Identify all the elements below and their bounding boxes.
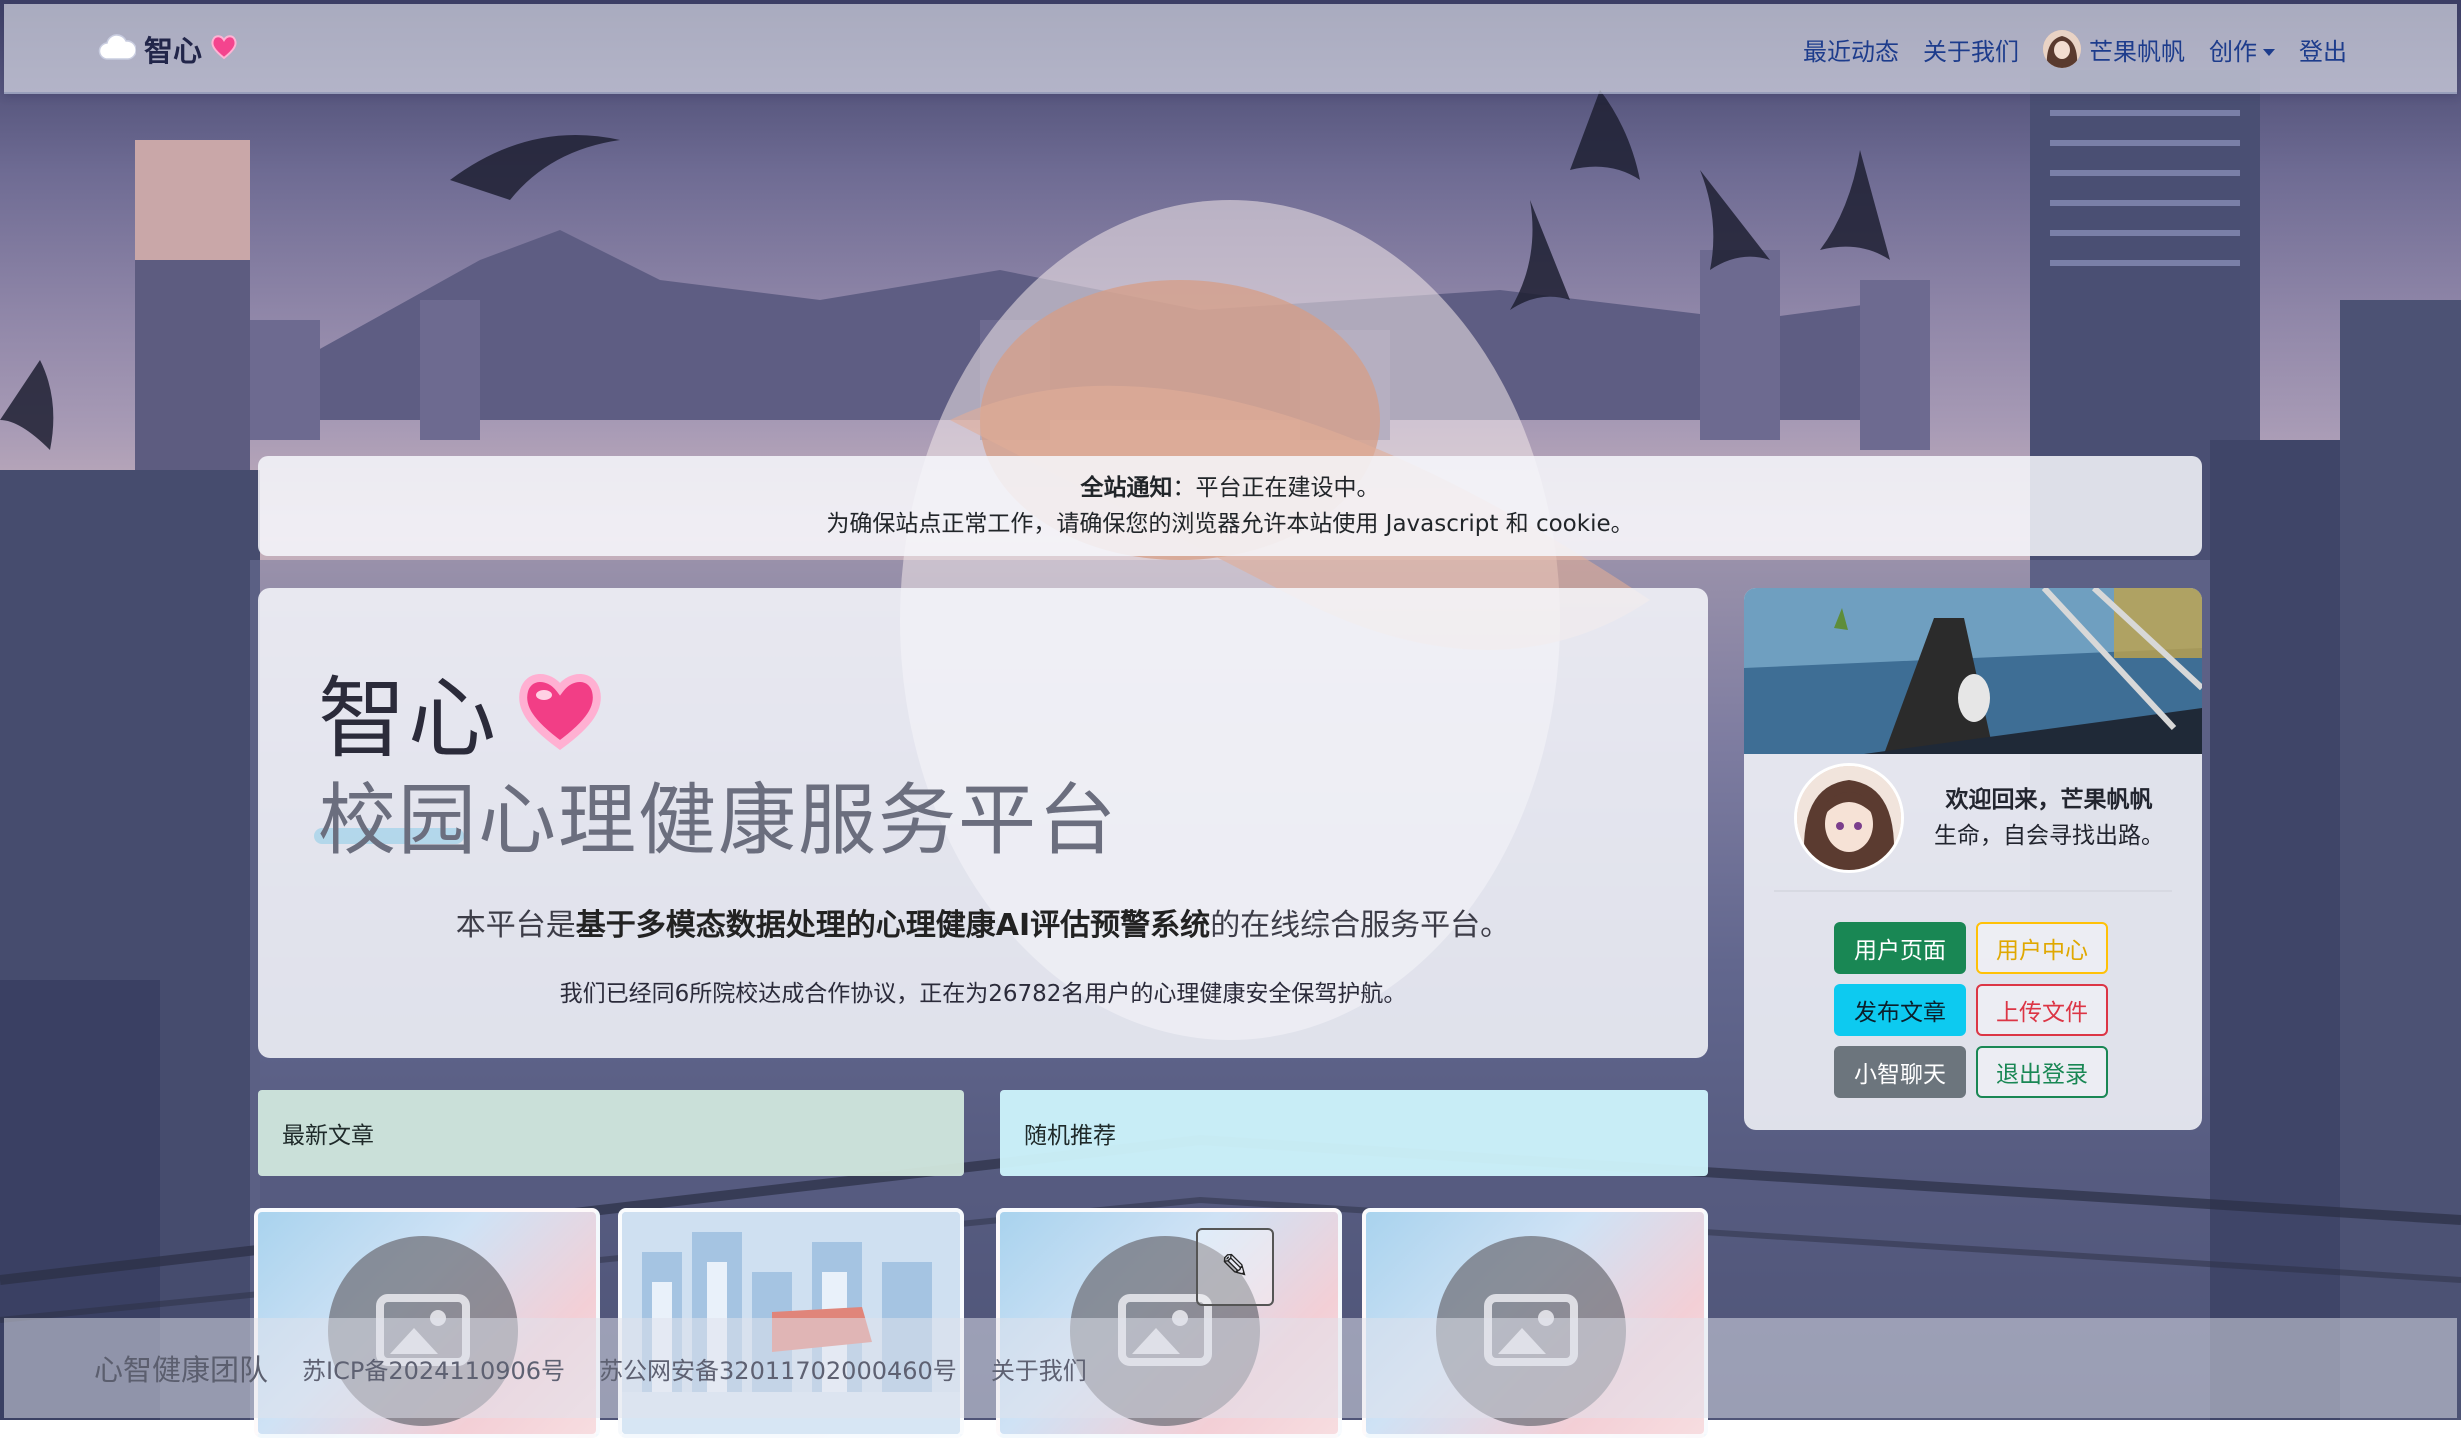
top-navbar: 智心 最近动态 关于我们 芒果帆帆 创作 登出	[4, 4, 2457, 94]
footer: 心智健康团队 苏ICP备2024110906号 苏公网安备32011702000…	[4, 1318, 2457, 1418]
nav-create-dropdown[interactable]: 创作	[2209, 32, 2275, 67]
logout-button[interactable]: 退出登录	[1976, 1046, 2108, 1098]
footer-team: 心智健康团队	[94, 1353, 269, 1387]
divider	[1774, 890, 2172, 892]
random-recommend-header: 随机推荐	[1000, 1090, 1708, 1176]
user-card: 欢迎回来，芒果帆帆 生命，自会寻找出路。 用户页面 用户中心 发布文章 上传文件…	[1744, 588, 2202, 1130]
chat-button[interactable]: 小智聊天	[1834, 1046, 1966, 1098]
cloud-icon	[98, 33, 137, 65]
welcome-text: 欢迎回来，芒果帆帆	[1945, 787, 2153, 813]
desc-pre: 本平台是	[455, 908, 576, 943]
notice-line-2: 为确保站点正常工作，请确保您的浏览器允许本站使用 Javascript 和 co…	[826, 511, 1634, 537]
avatar	[2043, 30, 2081, 68]
nav-recent[interactable]: 最近动态	[1803, 32, 1899, 67]
site-notice: 全站通知：平台正在建设中。 为确保站点正常工作，请确保您的浏览器允许本站使用 J…	[258, 456, 2202, 556]
notice-line-1: 全站通知：平台正在建设中。	[258, 456, 2202, 506]
footer-police[interactable]: 苏公网安备32011702000460号	[599, 1351, 957, 1386]
chevron-down-icon	[2263, 49, 2275, 56]
desc-bold: 基于多模态数据处理的心理健康AI评估预警系统	[575, 908, 1211, 943]
brand-name: 智心	[144, 34, 203, 68]
hero-title-text: 智心	[318, 667, 499, 770]
heart-icon	[516, 669, 604, 755]
nav-logout[interactable]: 登出	[2299, 32, 2347, 67]
user-avatar[interactable]	[1794, 763, 1904, 873]
user-page-button[interactable]: 用户页面	[1834, 922, 1966, 974]
footer-icp[interactable]: 苏ICP备2024110906号	[302, 1351, 565, 1386]
hero-stat: 我们已经同6所院校达成合作协议，正在为26782名用户的心理健康安全保驾护航。	[559, 981, 1407, 1007]
footer-about[interactable]: 关于我们	[991, 1351, 1087, 1386]
nav-about[interactable]: 关于我们	[1923, 32, 2019, 67]
nav-username: 芒果帆帆	[2089, 37, 2185, 66]
hero-card: 智心 校园心理健康服务平台 本平台是基于多模态数据处理的心理健康AI评估预警系统…	[258, 588, 1708, 1058]
heart-icon	[210, 34, 238, 64]
user-motto: 生命，自会寻找出路。	[1934, 823, 2164, 849]
latest-articles-header: 最新文章	[258, 1090, 964, 1176]
user-center-button[interactable]: 用户中心	[1976, 922, 2108, 974]
pin-icon[interactable]: ✎	[1196, 1228, 1274, 1306]
nav-user[interactable]: 芒果帆帆	[2043, 30, 2185, 68]
user-card-banner	[1744, 588, 2202, 754]
notice-title: 全站通知	[1080, 475, 1173, 501]
hero-subtitle-text: 校园心理健康服务平台	[318, 776, 1119, 866]
desc-post: 的在线综合服务平台。	[1210, 908, 1511, 943]
hero-subtitle: 校园心理健康服务平台	[314, 758, 1119, 870]
notice-message: ：平台正在建设中。	[1172, 475, 1380, 501]
user-actions: 用户页面 用户中心 发布文章 上传文件 小智聊天 退出登录	[1834, 922, 2108, 1098]
publish-article-button[interactable]: 发布文章	[1834, 984, 1966, 1036]
nav-create-label: 创作	[2209, 37, 2257, 66]
hero-description: 本平台是基于多模态数据处理的心理健康AI评估预警系统的在线综合服务平台。	[258, 900, 1708, 944]
upload-file-button[interactable]: 上传文件	[1976, 984, 2108, 1036]
hero-title: 智心	[318, 648, 604, 775]
brand-link[interactable]: 智心	[98, 28, 238, 70]
nav-links: 最近动态 关于我们 芒果帆帆 创作 登出	[1803, 30, 2347, 68]
